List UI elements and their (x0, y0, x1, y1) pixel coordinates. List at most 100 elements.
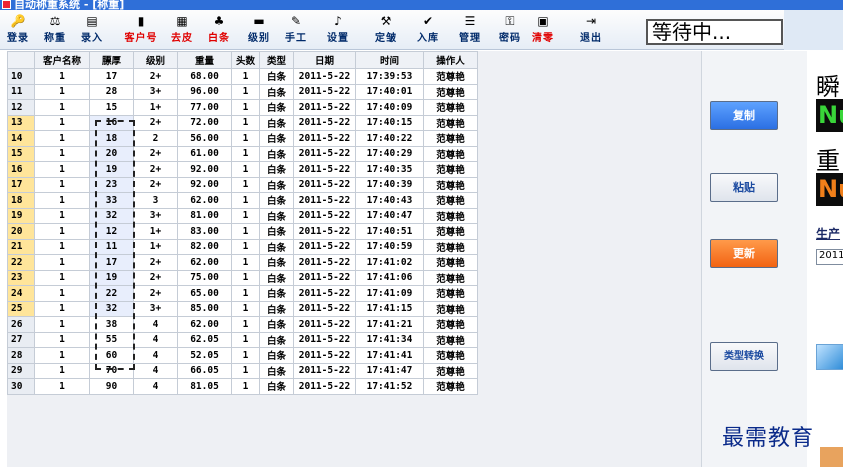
table-cell[interactable]: 18 (89, 130, 134, 147)
table-cell[interactable]: 1 (231, 347, 260, 364)
table-row[interactable]: 15 1 20 2+ 61.00 1 白条 2011-5-22 17:40:29 范尊艳 (7, 145, 478, 162)
table-cell[interactable]: 82.00 (177, 238, 232, 255)
table-cell[interactable]: 2011-5-22 (293, 378, 356, 395)
row-number[interactable]: 12 (7, 99, 35, 116)
table-cell[interactable]: 白条 (259, 331, 294, 348)
table-cell[interactable]: 范尊艳 (423, 83, 478, 100)
table-cell[interactable]: 17:40:47 (355, 207, 424, 224)
table-cell[interactable]: 1 (34, 130, 90, 147)
table-cell[interactable]: 范尊艳 (423, 114, 478, 131)
table-cell[interactable]: 16 (89, 114, 134, 131)
table-cell[interactable]: 1 (34, 176, 90, 193)
table-cell[interactable]: 1 (231, 285, 260, 302)
table-cell[interactable]: 72.00 (177, 114, 232, 131)
table-row[interactable]: 28 1 60 4 52.05 1 白条 2011-5-22 17:41:41 范尊艳 (7, 347, 478, 364)
table-cell[interactable]: 1 (34, 285, 90, 302)
table-cell[interactable]: 1 (34, 99, 90, 116)
table-cell[interactable]: 2+ (133, 269, 178, 286)
table-cell[interactable]: 62.00 (177, 316, 232, 333)
row-number[interactable]: 14 (7, 130, 35, 147)
table-cell[interactable]: 白条 (259, 161, 294, 178)
table-cell[interactable]: 1 (34, 362, 90, 379)
row-number[interactable]: 27 (7, 331, 35, 348)
table-cell[interactable]: 17:41:02 (355, 254, 424, 271)
table-row[interactable]: 26 1 38 4 62.00 1 白条 2011-5-22 17:41:21 范尊艳 (7, 316, 478, 333)
table-cell[interactable]: 22 (89, 285, 134, 302)
table-cell[interactable]: 61.00 (177, 145, 232, 162)
table-cell[interactable]: 23 (89, 176, 134, 193)
row-number[interactable]: 16 (7, 161, 35, 178)
weighing-grid[interactable]: 客户名称 膘厚 级别 重量 头数 类型 日期 时间 操作人 10 1 17 2+ 68.00 1 白条 201… (7, 51, 701, 467)
table-cell[interactable]: 19 (89, 161, 134, 178)
table-cell[interactable]: 17:40:51 (355, 223, 424, 240)
table-cell[interactable]: 3+ (133, 83, 178, 100)
table-cell[interactable]: 范尊艳 (423, 331, 478, 348)
table-cell[interactable]: 4 (133, 347, 178, 364)
table-cell[interactable]: 28 (89, 83, 134, 100)
table-row[interactable]: 25 1 32 3+ 85.00 1 白条 2011-5-22 17:41:15 范尊艳 (7, 300, 478, 317)
table-cell[interactable]: 2011-5-22 (293, 285, 356, 302)
row-number-header[interactable] (7, 51, 35, 69)
table-cell[interactable]: 1 (231, 161, 260, 178)
table-cell[interactable]: 范尊艳 (423, 285, 478, 302)
table-cell[interactable]: 17:41:41 (355, 347, 424, 364)
column-header[interactable]: 操作人 (423, 51, 478, 69)
table-cell[interactable]: 1 (34, 347, 90, 364)
table-row[interactable]: 18 1 33 3 62.00 1 白条 2011-5-22 17:40:43 范尊艳 (7, 192, 478, 209)
table-cell[interactable]: 2011-5-22 (293, 316, 356, 333)
table-cell[interactable]: 1 (34, 192, 90, 209)
table-cell[interactable]: 20 (89, 145, 134, 162)
table-cell[interactable]: 19 (89, 269, 134, 286)
toolbar-button-12[interactable]: ⚿ 密码 (495, 13, 525, 47)
column-header[interactable]: 日期 (293, 51, 356, 69)
table-cell[interactable]: 1 (231, 269, 260, 286)
row-number[interactable]: 20 (7, 223, 35, 240)
toolbar-button-3[interactable]: ▮ 客户号 (121, 13, 161, 47)
table-cell[interactable]: 2011-5-22 (293, 176, 356, 193)
table-cell[interactable]: 2+ (133, 68, 178, 85)
table-cell[interactable]: 66.05 (177, 362, 232, 379)
table-cell[interactable]: 2+ (133, 285, 178, 302)
table-cell[interactable]: 白条 (259, 238, 294, 255)
toolbar-button-5[interactable]: ♣ 白条 (204, 13, 234, 47)
table-cell[interactable]: 2011-5-22 (293, 145, 356, 162)
table-cell[interactable]: 2011-5-22 (293, 254, 356, 271)
table-cell[interactable]: 2011-5-22 (293, 114, 356, 131)
table-cell[interactable]: 2+ (133, 161, 178, 178)
table-cell[interactable]: 62.05 (177, 331, 232, 348)
table-cell[interactable]: 17:41:47 (355, 362, 424, 379)
table-cell[interactable]: 77.00 (177, 99, 232, 116)
table-cell[interactable]: 白条 (259, 269, 294, 286)
toolbar-button-7[interactable]: ✎ 手工 (281, 13, 311, 47)
toolbar-button-9[interactable]: ⚒ 定皱 (371, 13, 401, 47)
table-row[interactable]: 29 1 70 4 66.05 1 白条 2011-5-22 17:41:47 范尊艳 (7, 362, 478, 379)
table-cell[interactable]: 2011-5-22 (293, 207, 356, 224)
table-cell[interactable]: 白条 (259, 362, 294, 379)
table-cell[interactable]: 17:40:22 (355, 130, 424, 147)
copy-button[interactable]: 复制 (710, 101, 778, 130)
table-cell[interactable]: 62.00 (177, 254, 232, 271)
table-cell[interactable]: 17:41:09 (355, 285, 424, 302)
table-cell[interactable]: 2011-5-22 (293, 130, 356, 147)
weighing-table[interactable]: 客户名称 膘厚 级别 重量 头数 类型 日期 时间 操作人 10 1 17 2+ 68.00 1 白条 201… (7, 51, 478, 395)
table-cell[interactable]: 2+ (133, 176, 178, 193)
table-cell[interactable]: 白条 (259, 207, 294, 224)
type-convert-button[interactable]: 类型转换 (710, 342, 778, 371)
table-cell[interactable]: 2011-5-22 (293, 68, 356, 85)
row-number[interactable]: 21 (7, 238, 35, 255)
table-cell[interactable]: 1 (34, 269, 90, 286)
table-cell[interactable]: 1 (231, 114, 260, 131)
toolbar-button-13[interactable]: ▣ 清零 (528, 13, 558, 47)
table-cell[interactable]: 2011-5-22 (293, 347, 356, 364)
toolbar-button-1[interactable]: ⚖ 称重 (40, 13, 70, 47)
table-cell[interactable]: 范尊艳 (423, 176, 478, 193)
table-cell[interactable]: 17:40:35 (355, 161, 424, 178)
table-row[interactable]: 27 1 55 4 62.05 1 白条 2011-5-22 17:41:34 范尊艳 (7, 331, 478, 348)
table-cell[interactable]: 17:40:29 (355, 145, 424, 162)
table-cell[interactable]: 1 (34, 68, 90, 85)
table-cell[interactable]: 2+ (133, 114, 178, 131)
table-cell[interactable]: 1 (231, 130, 260, 147)
table-cell[interactable]: 1 (34, 300, 90, 317)
column-header[interactable]: 膘厚 (89, 51, 134, 69)
table-cell[interactable]: 范尊艳 (423, 161, 478, 178)
